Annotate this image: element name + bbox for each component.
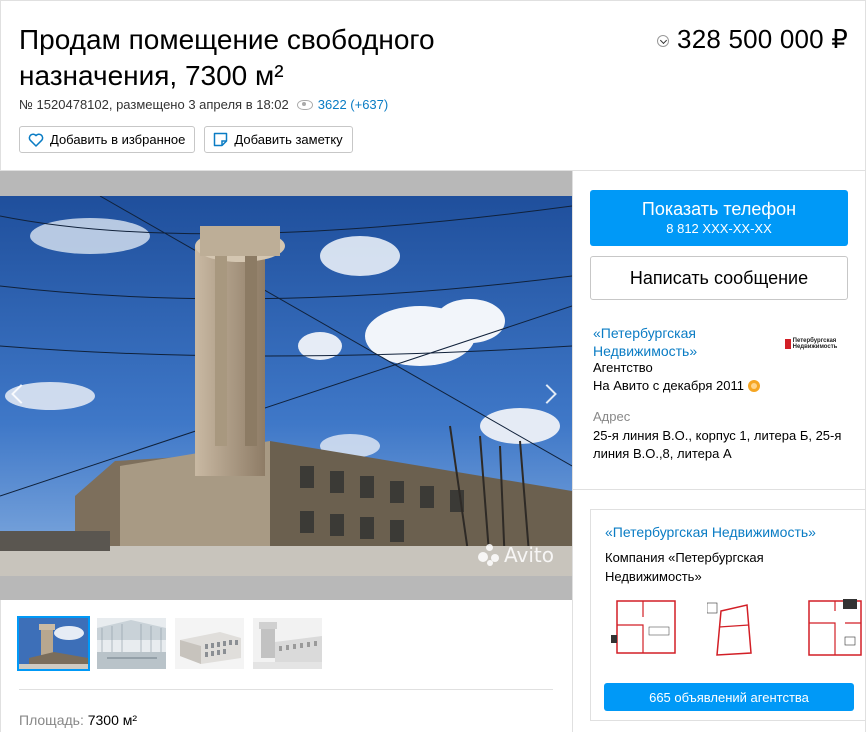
listing-title: Продам помещение свободного назначения, … — [19, 24, 435, 91]
add-favorite-button[interactable]: Добавить в избранное — [19, 126, 196, 153]
avito-logo-icon — [478, 544, 500, 566]
thumbnail-3[interactable] — [175, 618, 244, 669]
area-label: Площадь: — [19, 712, 84, 728]
seller-logo-mark-icon — [785, 339, 791, 349]
right-column-divider — [573, 489, 866, 490]
add-favorite-label: Добавить в избранное — [50, 132, 186, 147]
agency-listings-button[interactable]: 665 объявлений агентства — [604, 683, 854, 711]
seller-name-link[interactable]: «Петербургская Недвижимость» — [593, 324, 773, 360]
address-label: Адрес — [593, 409, 631, 424]
floor-plan-1[interactable] — [609, 597, 681, 659]
avito-watermark: Avito — [478, 543, 554, 567]
note-icon — [214, 132, 228, 147]
seller-since: На Авито с декабря 2011 — [593, 378, 760, 393]
area-param: Площадь: 7300 м² — [19, 712, 137, 728]
price-block: 328 500 000 ₽ — [657, 24, 848, 55]
seller-logo-text: Петербургская Недвижимость — [792, 338, 838, 350]
agency-card: «Петербургская Недвижимость» Компания «П… — [590, 509, 866, 721]
thumbnail-1[interactable] — [17, 616, 90, 671]
photo-gallery[interactable]: Avito — [0, 171, 572, 600]
avito-watermark-text: Avito — [504, 543, 554, 567]
listing-actions: Добавить в избранное Добавить заметку — [19, 126, 353, 153]
add-note-button[interactable]: Добавить заметку — [204, 126, 353, 153]
chevron-down-icon[interactable] — [657, 34, 670, 47]
views-counter: 3622 (+637) — [296, 97, 389, 112]
thumbnail-divider — [19, 689, 553, 690]
veteran-badge-icon — [748, 379, 760, 392]
seller-logo[interactable]: Петербургская Недвижимость — [785, 337, 849, 351]
seller-since-text: На Авито с декабря 2011 — [593, 378, 744, 393]
listing-price: 328 500 000 ₽ — [677, 24, 848, 54]
floor-plan-3[interactable] — [805, 597, 866, 659]
area-value: 7300 м² — [87, 712, 138, 728]
thumbnail-strip — [17, 616, 322, 671]
listing-number: № 1520478102, размещено 3 апреля в 18:02 — [19, 97, 289, 112]
eye-icon — [296, 99, 313, 110]
show-phone-button[interactable]: Показать телефон 8 812 XXX-XX-XX — [590, 190, 848, 246]
phone-masked: 8 812 XXX-XX-XX — [666, 221, 772, 236]
main-photo[interactable] — [0, 196, 572, 576]
listing-meta: № 1520478102, размещено 3 апреля в 18:02… — [19, 97, 388, 112]
thumbnail-2[interactable] — [97, 618, 166, 669]
floor-plans — [609, 597, 866, 659]
heart-icon — [28, 132, 44, 147]
thumbnail-4[interactable] — [253, 618, 322, 669]
address-value: 25-я линия В.О., корпус 1, литера Б, 25-… — [593, 428, 842, 461]
agency-description: Компания «Петербургская Недвижимость» — [605, 550, 764, 584]
write-message-button[interactable]: Написать сообщение — [590, 256, 848, 300]
column-separator — [572, 171, 573, 732]
views-count: 3622 (+637) — [317, 97, 389, 112]
seller-type: Агентство — [593, 360, 653, 375]
show-phone-label: Показать телефон — [641, 199, 797, 219]
floor-plan-2[interactable] — [707, 597, 779, 659]
agency-title-link[interactable]: «Петербургская Недвижимость» — [605, 524, 816, 540]
add-note-label: Добавить заметку — [234, 132, 343, 147]
